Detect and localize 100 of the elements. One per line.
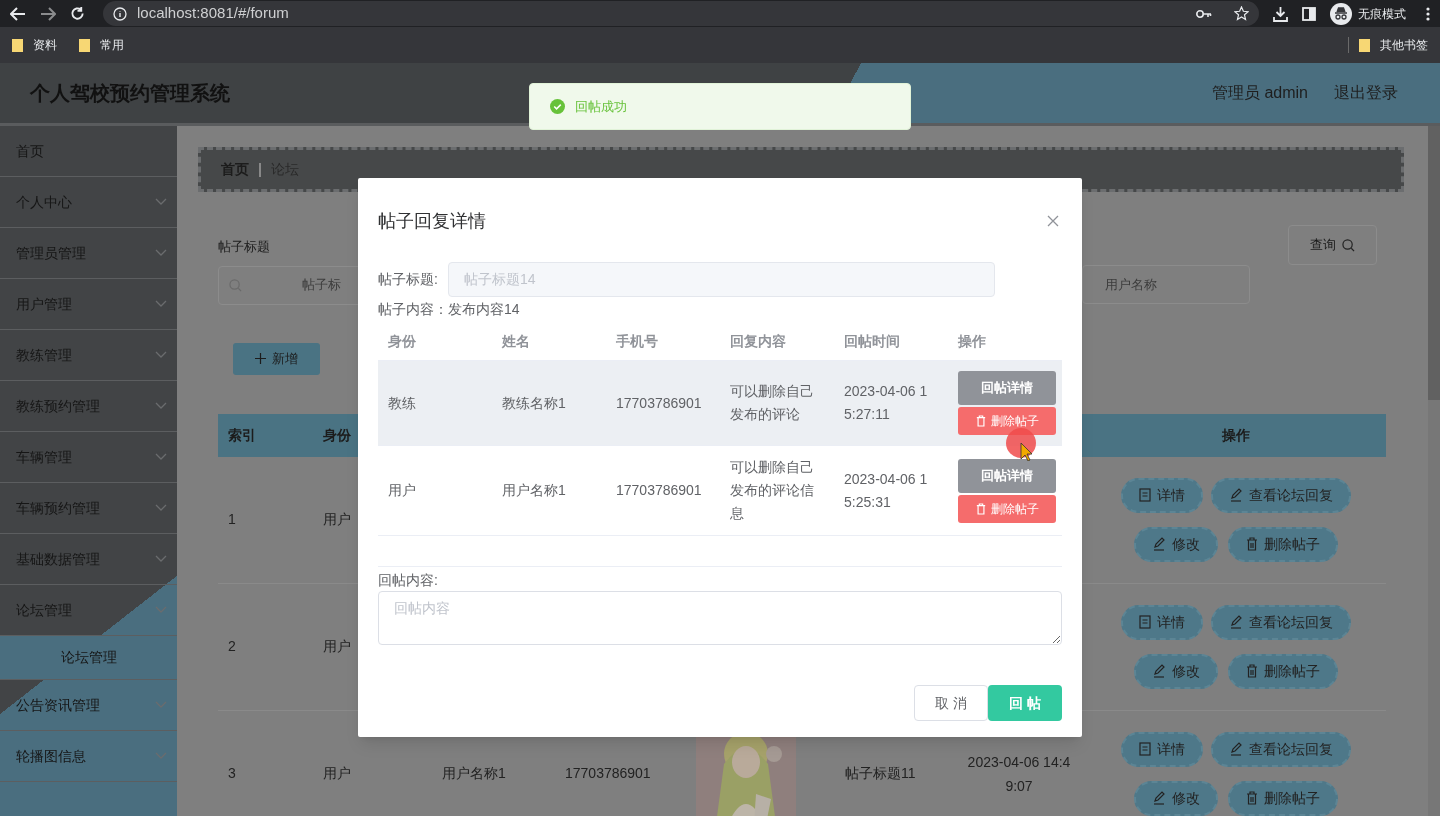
folder-icon: [79, 38, 90, 52]
field-label: 帖子标题: [218, 238, 271, 256]
pen-icon: [1152, 791, 1166, 805]
incognito-icon: [1330, 2, 1352, 25]
field-label: 回帖内容:: [378, 571, 438, 590]
action-button[interactable]: 修改: [1134, 653, 1218, 689]
pen-icon: [1152, 664, 1166, 678]
action-button[interactable]: 详情: [1121, 604, 1203, 640]
table-row[interactable]: 教练 教练名称1 17703786901 可以删除自己发布的评论 2023-04-06 15:27:11 回帖详情 删除帖子: [378, 361, 1062, 446]
table-cell: 用户名称1: [442, 765, 506, 781]
action-button[interactable]: 删除帖子: [1228, 653, 1338, 689]
column-header: 回复内容: [730, 333, 786, 349]
search-field[interactable]: 用户名称: [1082, 265, 1250, 304]
column-header: 姓名: [502, 333, 530, 349]
document-icon: [1139, 742, 1151, 756]
table-cell: 17703786901: [565, 765, 651, 781]
current-user: 管理员 admin: [1211, 83, 1308, 103]
mouse-cursor-icon: [1005, 427, 1039, 461]
action-button[interactable]: 查看论坛回复: [1211, 477, 1351, 513]
document-icon: [1139, 615, 1151, 629]
pen-icon: [1229, 615, 1243, 629]
table-cell-text: 可以删除自己发布的评论: [730, 382, 815, 424]
table-cell: 3: [228, 765, 236, 781]
star-icon[interactable]: [1234, 6, 1249, 21]
action-button[interactable]: 详情: [1121, 477, 1203, 513]
column-header: 身份: [388, 333, 416, 349]
table-cell: 用户: [323, 638, 351, 654]
chevron-down-icon: [155, 249, 167, 257]
trash-icon: [1246, 664, 1258, 678]
column-header: 身份: [323, 426, 351, 443]
query-button[interactable]: 查询: [1288, 225, 1377, 265]
logout-link[interactable]: 退出登录: [1334, 81, 1398, 105]
side-panel-icon[interactable]: [1302, 6, 1316, 21]
detail-button[interactable]: 回帖详情: [958, 371, 1056, 405]
toast-message: 回帖成功: [529, 83, 911, 130]
info-icon: [113, 6, 127, 21]
scrollbar[interactable]: [1428, 126, 1440, 816]
bookmark[interactable]: 常用: [79, 36, 124, 54]
table-cell: 1: [228, 511, 236, 527]
table-cell: 2: [228, 638, 236, 654]
column-header: 回帖时间: [844, 333, 900, 349]
trash-icon: [1246, 791, 1258, 805]
document-icon: [1139, 488, 1151, 502]
search-icon: [1342, 238, 1355, 252]
table-cell: 教练名称1: [502, 394, 566, 411]
action-button[interactable]: 详情: [1121, 731, 1203, 767]
table-cell-text: 可以删除自己发布的评论信息: [730, 458, 815, 523]
detail-button[interactable]: 回帖详情: [958, 458, 1056, 493]
key-icon[interactable]: [1196, 8, 1212, 19]
chevron-down-icon: [155, 555, 167, 563]
table-cell: 17703786901: [616, 482, 702, 498]
submit-button[interactable]: 回 帖: [988, 685, 1062, 721]
add-button[interactable]: 新增: [233, 342, 320, 375]
sidebar-item[interactable]: 轮播图信息: [0, 731, 177, 782]
chevron-down-icon: [155, 453, 167, 461]
trash-icon: [975, 502, 986, 515]
plus-icon: [255, 353, 266, 364]
action-button[interactable]: 删除帖子: [1228, 526, 1338, 562]
forward-icon[interactable]: [40, 6, 56, 21]
chevron-down-icon: [155, 402, 167, 410]
pen-icon: [1229, 742, 1243, 756]
bookmark[interactable]: 资料: [12, 36, 57, 54]
sidebar-item[interactable]: 公告资讯管理: [0, 680, 177, 731]
delete-button[interactable]: 删除帖子: [958, 494, 1056, 523]
sidebar-subitem[interactable]: 论坛管理: [0, 636, 177, 680]
address-bar[interactable]: localhost:8081/#/forum: [103, 1, 1259, 26]
table-cell: 用户名称1: [502, 482, 566, 498]
menu-icon[interactable]: [1426, 6, 1430, 21]
table-cell: 帖子标题11: [845, 765, 916, 781]
table-cell: 用户: [388, 482, 416, 498]
close-icon[interactable]: [1047, 215, 1059, 227]
column-header: 操作: [1222, 426, 1250, 443]
column-header: 索引: [228, 426, 256, 443]
action-button[interactable]: 查看论坛回复: [1211, 731, 1351, 767]
trash-icon: [975, 415, 986, 427]
chevron-down-icon: [155, 198, 167, 206]
pen-icon: [1229, 488, 1243, 502]
cancel-button[interactable]: 取 消: [914, 685, 988, 721]
back-icon[interactable]: [10, 6, 26, 21]
chevron-down-icon: [155, 504, 167, 512]
folder-icon: [12, 38, 23, 52]
action-button[interactable]: 修改: [1134, 526, 1218, 562]
table-cell: 用户: [323, 765, 351, 781]
pen-icon: [1152, 537, 1166, 551]
profile-button[interactable]: 无痕模式: [1330, 2, 1406, 25]
action-button[interactable]: 删除帖子: [1228, 780, 1338, 816]
column-header: 操作: [958, 333, 986, 349]
url-text: localhost:8081/#/forum: [137, 3, 289, 24]
download-icon[interactable]: [1273, 5, 1288, 22]
action-button[interactable]: 查看论坛回复: [1211, 604, 1351, 640]
reload-icon[interactable]: [70, 6, 85, 21]
table-cell-text: 2023-04-06 14:49:07: [966, 752, 1072, 796]
dialog-title: 帖子回复详情: [378, 209, 486, 233]
table-cell: 用户: [323, 511, 351, 527]
success-icon: [550, 99, 565, 114]
action-button[interactable]: 修改: [1134, 780, 1218, 816]
other-bookmarks[interactable]: 其他书签: [1359, 36, 1428, 54]
trash-icon: [1246, 537, 1258, 551]
delete-button[interactable]: 删除帖子: [958, 407, 1056, 435]
chevron-down-icon: [155, 701, 167, 709]
